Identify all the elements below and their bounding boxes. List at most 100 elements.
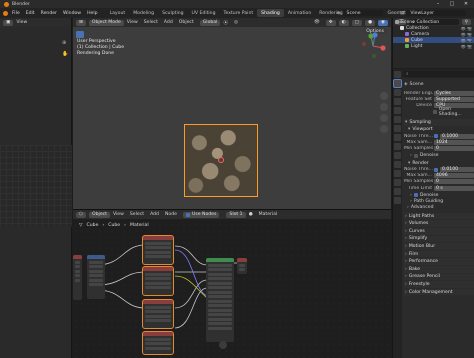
texture-tab-icon[interactable] [394,197,401,204]
visibility-toggle-icon[interactable]: 👁 📷 [461,38,472,43]
section-freestyle[interactable]: › Freestyle [404,281,474,288]
vp-menu-object[interactable]: Object [179,20,194,25]
node-preview-toggle-icon[interactable] [219,341,227,349]
minimize-icon[interactable]: – [431,0,445,8]
world-tab-icon[interactable] [394,116,401,123]
texture-coordinate-node[interactable] [73,255,82,300]
vp-menu-view[interactable]: View [127,20,138,25]
vp-noise-threshold-field[interactable]: 0.1000 [440,133,474,139]
shading-rendered-icon[interactable]: ◉ [377,19,388,26]
navigation-gizmo[interactable] [359,32,387,60]
workspace-tab-shading[interactable]: Shading [257,9,284,17]
zoom-icon[interactable]: ⊕ [62,40,66,46]
workspace-tab-uv-editing[interactable]: UV Editing [188,9,220,17]
section-motion-blur[interactable]: › Motion Blur [404,243,474,250]
feature-set-dropdown[interactable]: Supported [434,96,474,102]
3d-viewport[interactable]: ⊞ Object Mode View Select Add Object Glo… [73,18,391,209]
vp-menu-add[interactable]: Add [164,20,173,25]
visibility-toggle-icon[interactable]: 👁 📷 [461,26,472,31]
workspace-tab-modeling[interactable]: Modeling [129,9,158,17]
image-texture-node-normal[interactable] [142,299,174,329]
section-grease-pencil[interactable]: › Grease Pencil [404,273,474,281]
cube-object[interactable] [184,124,258,197]
viewport-editor-type-button[interactable]: ⊞ [76,19,86,26]
shader-node-editor[interactable]: ⬡ Object View Select Add Node Use Nodes … [73,209,391,358]
section-film[interactable]: › Film [404,250,474,258]
shading-solid-icon[interactable]: ● [364,19,375,26]
particles-tab-icon[interactable] [394,152,401,159]
physics-tab-icon[interactable] [394,161,401,168]
camera-view-icon[interactable] [380,114,388,122]
blender-menu-icon[interactable] [3,10,8,16]
section-volumes[interactable]: › Volumes [404,220,474,227]
visibility-toggle-icon[interactable]: 👁 📷 [461,32,472,37]
render-subsection[interactable]: ▾ Render [404,160,474,167]
view-layer-tab-icon[interactable] [394,98,401,105]
object-tab-icon[interactable] [394,134,401,141]
output-tab-icon[interactable] [394,89,401,96]
scene-selector[interactable]: ◈ Scene [337,9,383,17]
menu-edit[interactable]: Edit [26,11,35,16]
view-layer-field[interactable]: ViewLayer [406,10,467,16]
perspective-toggle-icon[interactable] [380,125,388,133]
left-view-menu[interactable]: View [16,20,27,25]
workspace-tab-texture-paint[interactable]: Texture Paint [220,9,258,17]
section-simplify[interactable]: › Simplify [404,235,474,243]
properties-search-input[interactable]: ⌕ [404,70,474,77]
vp-max-samples-field[interactable]: 1024 [434,139,474,145]
menu-render[interactable]: Render [41,11,57,16]
vp-noise-threshold-checkbox[interactable] [434,134,438,139]
section-performance[interactable]: › Performance [404,258,474,265]
r-noise-threshold-checkbox[interactable] [434,167,438,172]
select-box-tool-icon[interactable] [76,31,84,38]
vp-menu-select[interactable]: Select [144,20,158,25]
section-light-paths[interactable]: › Light Paths [404,212,474,220]
time-limit-field[interactable]: 0 s [434,185,474,191]
vp-denoise-checkbox[interactable] [413,153,418,158]
image-texture-node-roughness[interactable] [142,266,174,296]
image-texture-node-color[interactable] [142,235,174,265]
orientation-dropdown[interactable]: Global [199,19,221,26]
advanced-row[interactable]: › Advanced [404,205,474,211]
view-layer-selector[interactable]: ▤ ViewLayer [400,9,467,17]
outliner-item-light[interactable]: Light 👁 📷 [393,43,474,49]
gizmo-toggle-icon[interactable]: ✥ [325,19,336,26]
pan-icon[interactable]: ✋ [62,51,68,57]
mapping-node[interactable] [87,255,105,299]
material-output-node[interactable] [237,258,247,274]
menu-window[interactable]: Window [63,11,81,16]
open-shading-checkbox[interactable] [432,109,437,114]
principled-bsdf-node[interactable] [206,258,234,342]
vp-min-samples-field[interactable]: 0 [434,146,474,152]
data-tab-icon[interactable] [394,179,401,186]
collection-tab-icon[interactable] [394,125,401,132]
menu-file[interactable]: File [12,11,20,16]
workspace-tab-animation[interactable]: Animation [284,9,315,17]
image-texture-node-displacement[interactable] [142,331,174,355]
sampling-section[interactable]: ▾ Sampling [404,118,474,126]
section-color-management[interactable]: › Color Management [404,288,474,296]
section-bake[interactable]: › Bake [404,265,474,273]
editor-type-button[interactable]: ▣ [3,19,14,26]
maximize-icon[interactable]: □ [445,0,459,8]
pan-view-icon[interactable] [380,103,388,111]
menu-help[interactable]: Help [87,11,97,16]
constraints-tab-icon[interactable] [394,170,401,177]
r-denoise-checkbox[interactable] [413,193,418,198]
xray-icon[interactable]: ▢ [351,19,362,26]
viewport-subsection[interactable]: ▾ Viewport [404,127,474,134]
r-min-samples-field[interactable]: 0 [434,179,474,185]
zoom-view-icon[interactable] [380,92,388,100]
r-noise-threshold-field[interactable]: 0.0100 [440,167,474,173]
workspace-tab-sculpting[interactable]: Sculpting [158,9,187,17]
snap-icon[interactable]: ⦿ [223,20,228,26]
r-max-samples-field[interactable]: 4096 [434,173,474,179]
scene-tab-icon[interactable] [394,107,401,114]
render-tab-icon[interactable] [393,79,402,88]
visibility-toggle-icon[interactable]: 👁 📷 [461,44,472,49]
tool-tab-icon[interactable] [394,71,401,78]
section-curves[interactable]: › Curves [404,227,474,235]
mode-dropdown[interactable]: Object Mode [88,19,124,26]
overlay-toggle-icon[interactable]: ◐ [338,19,349,26]
scene-field[interactable]: Scene [342,10,383,16]
